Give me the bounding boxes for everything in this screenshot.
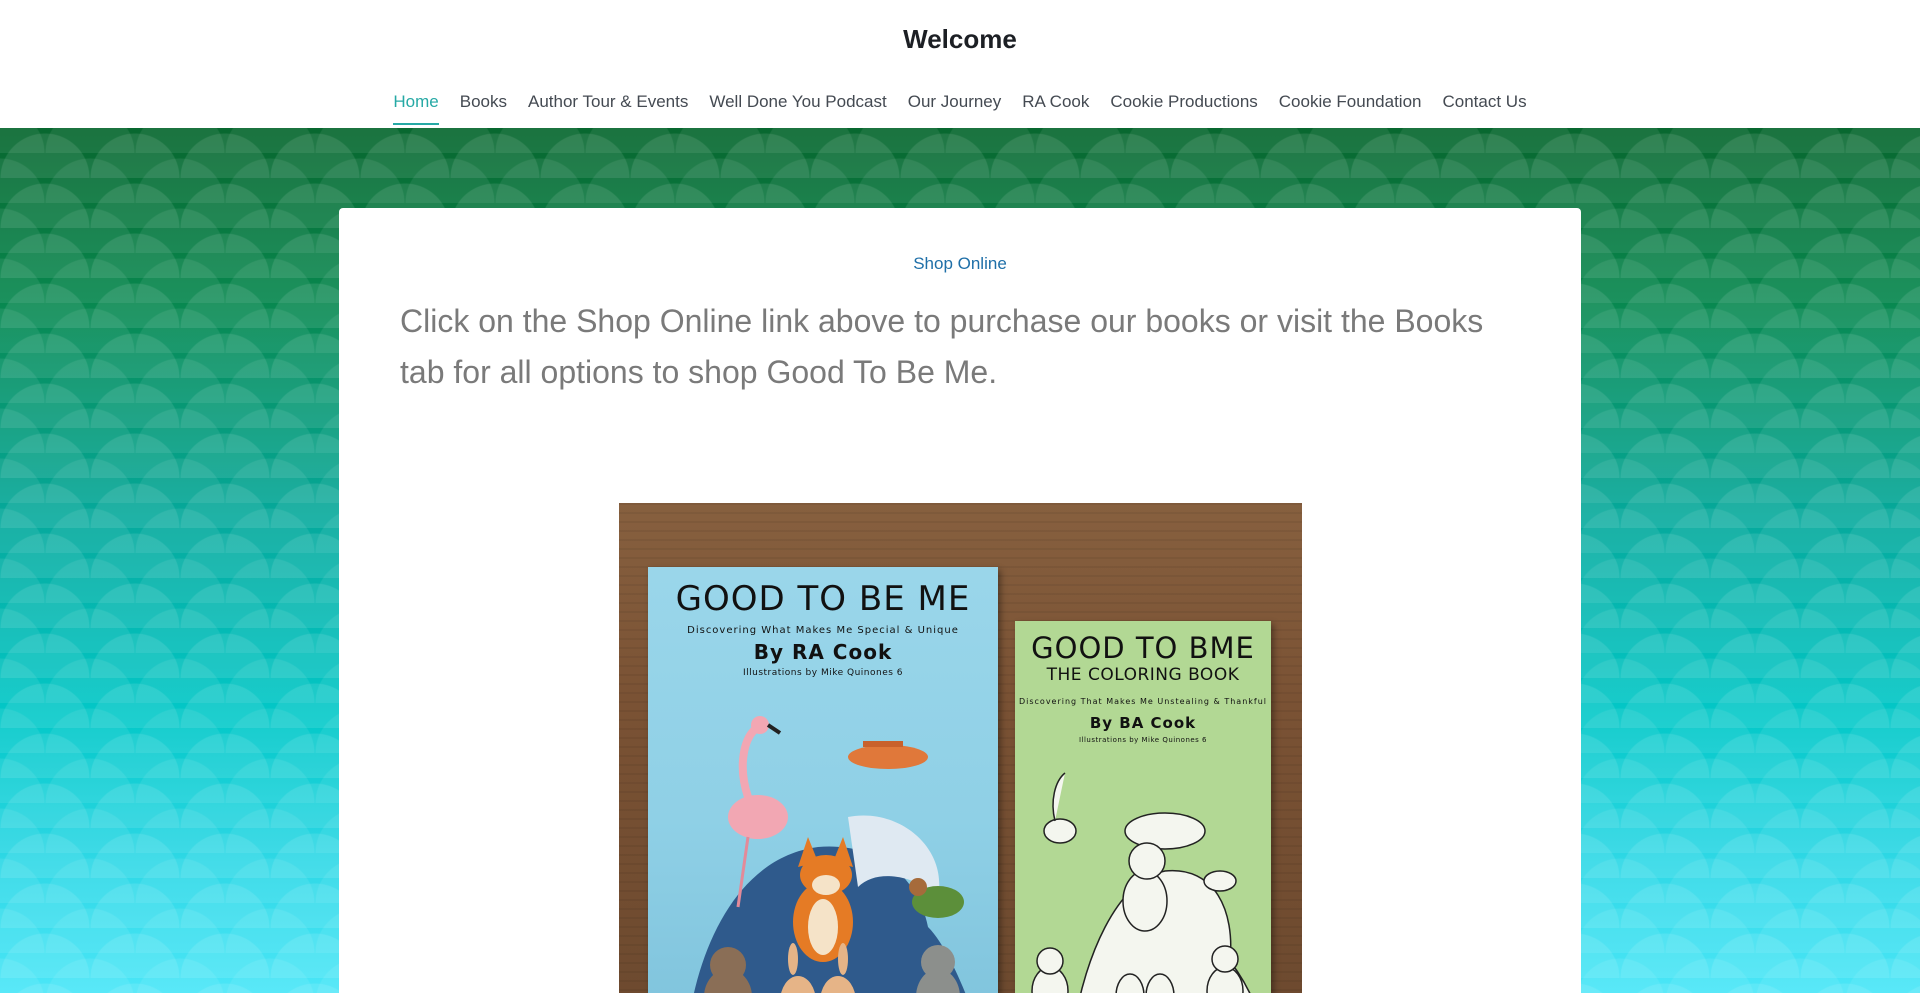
book-illustrator: Illustrations by Mike Quinones 6	[742, 668, 904, 678]
shop-online-link[interactable]: Shop Online	[339, 254, 1581, 274]
coloring-book-illustration	[1031, 772, 1251, 993]
site-header: Welcome Home Books Author Tour & Events …	[0, 0, 1920, 128]
book-cover-good-to-be-me: GOOD TO BE ME Discovering What Makes Me …	[648, 567, 998, 993]
book-title: GOOD TO BE ME	[675, 579, 971, 619]
coloring-book-author: By BA Cook	[1089, 714, 1197, 732]
nav-item-home[interactable]: Home	[393, 92, 440, 125]
nav-item-podcast[interactable]: Well Done You Podcast	[709, 92, 886, 124]
book-cover-coloring-book: GOOD TO BME THE COLORING BOOK Discoverin…	[1015, 621, 1271, 993]
site-title: Welcome	[903, 24, 1017, 54]
main-nav: Home Books Author Tour & Events Well Don…	[0, 92, 1920, 125]
book-illustration	[694, 716, 966, 993]
nav-item-our-journey[interactable]: Our Journey	[908, 92, 1002, 124]
coloring-book-illustrator: Illustrations by Mike Quinones 6	[1078, 736, 1208, 744]
nav-item-cookie-productions[interactable]: Cookie Productions	[1110, 92, 1257, 124]
nav-item-cookie-foundation[interactable]: Cookie Foundation	[1279, 92, 1422, 124]
intro-text: Click on the Shop Online link above to p…	[400, 303, 1484, 390]
content-card: Shop Online Click on the Shop Online lin…	[339, 208, 1581, 993]
book-author: By RA Cook	[753, 640, 893, 664]
nav-item-books[interactable]: Books	[460, 92, 507, 124]
nav-item-contact-us[interactable]: Contact Us	[1443, 92, 1527, 124]
book-photo: GOOD TO BE ME Discovering What Makes Me …	[619, 503, 1302, 993]
coloring-book-title: GOOD TO BME	[1031, 631, 1255, 665]
book-subtitle: Discovering What Makes Me Special & Uniq…	[687, 625, 959, 636]
nav-item-author-tour-events[interactable]: Author Tour & Events	[528, 92, 688, 124]
coloring-book-title-line2: THE COLORING BOOK	[1046, 665, 1240, 685]
coloring-book-subtitle: Discovering That Makes Me Unstealing & T…	[1018, 697, 1268, 706]
nav-item-ra-cook[interactable]: RA Cook	[1022, 92, 1089, 124]
